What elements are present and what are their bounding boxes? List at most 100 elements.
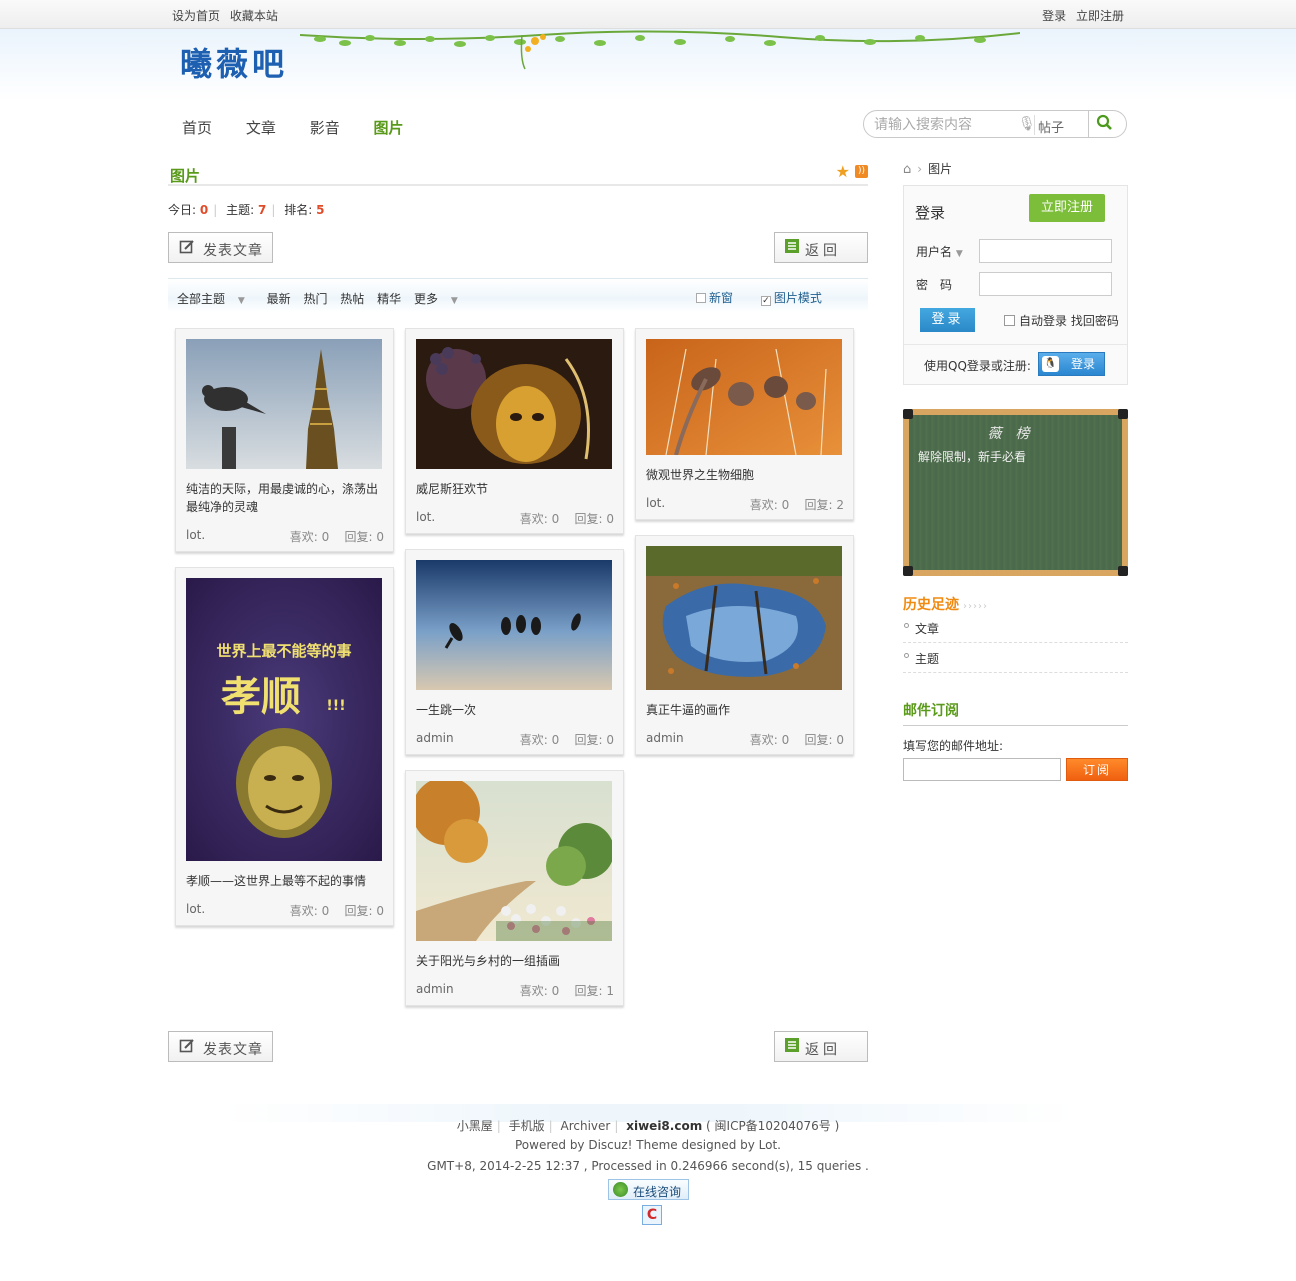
search-input[interactable]: [874, 115, 1014, 135]
card-author[interactable]: lot.: [416, 510, 435, 524]
footer-site-link[interactable]: xiwei8.com: [626, 1119, 702, 1133]
nav-item-media[interactable]: 影音: [310, 117, 340, 138]
top-bar-right: 登录 立即注册: [1036, 7, 1124, 24]
card-title[interactable]: 微观世界之生物细胞: [646, 466, 846, 484]
mail-label: 填写您的邮件地址:: [903, 739, 1004, 753]
page-title: 图片: [170, 167, 201, 185]
image-card[interactable]: 威尼斯狂欢节 lot. 喜欢: 0 回复: 0: [405, 328, 624, 534]
card-thumbnail[interactable]: [416, 339, 612, 469]
breadcrumb-current[interactable]: 图片: [928, 162, 952, 176]
username-field[interactable]: [979, 239, 1112, 263]
edit-icon: [179, 1038, 195, 1058]
card-title[interactable]: 纯洁的天际，用最虔诚的心，涤荡出最纯净的灵魂: [186, 480, 386, 516]
chalkboard: 薇榜 解除限制，新手必看: [909, 415, 1122, 570]
password-field[interactable]: [979, 272, 1112, 296]
filter-hot-posts[interactable]: 热帖: [340, 292, 364, 306]
history-item[interactable]: 主题: [903, 643, 1128, 673]
register-button[interactable]: 立即注册: [1029, 194, 1105, 222]
search-type-select[interactable]: 帖子: [1038, 117, 1064, 136]
history-item[interactable]: 文章: [903, 613, 1128, 643]
card-author[interactable]: lot.: [646, 496, 665, 510]
card-title[interactable]: 关于阳光与乡村的一组插画: [416, 952, 616, 970]
filter-all-topics[interactable]: 全部主题 ▼: [177, 292, 254, 306]
qq-login-text: 使用QQ登录或注册:: [924, 359, 1031, 373]
card-author[interactable]: lot.: [186, 528, 205, 542]
back-button[interactable]: 返回: [774, 1031, 868, 1062]
top-register-link[interactable]: 立即注册: [1076, 9, 1124, 23]
favorite-link[interactable]: 收藏本站: [230, 9, 278, 23]
post-article-button[interactable]: 发表文章: [168, 1031, 273, 1062]
card-title[interactable]: 孝顺——这世界上最等不起的事情: [186, 872, 386, 890]
breadcrumb: ⌂ › 图片: [903, 160, 952, 177]
card-meta: lot. 喜欢: 0 回复: 0: [186, 902, 384, 918]
footer-link-mobile[interactable]: 手机版: [509, 1119, 545, 1133]
footer-link-blacklist[interactable]: 小黑屋: [457, 1119, 493, 1133]
card-author[interactable]: lot.: [186, 902, 205, 916]
card-thumbnail[interactable]: [646, 339, 842, 455]
image-card[interactable]: 一生跳一次 admin 喜欢: 0 回复: 0: [405, 549, 624, 755]
card-meta: lot. 喜欢: 0 回复: 0: [186, 528, 384, 544]
board-item-link[interactable]: 解除限制，新手必看: [918, 448, 1026, 465]
image-mode-toggle[interactable]: ✓ 图片模式: [760, 291, 822, 306]
email-field[interactable]: [903, 758, 1061, 781]
set-home-link[interactable]: 设为首页: [172, 9, 220, 23]
announcement-board: 薇榜 解除限制，新手必看: [903, 409, 1128, 576]
login-panel: 登录 立即注册 用户名 ▼ 密 码 登录 自动登录 找回密码 使用QQ登录或注册…: [903, 185, 1128, 385]
card-title[interactable]: 真正牛逼的画作: [646, 701, 846, 719]
card-meta: lot. 喜欢: 0 回复: 0: [416, 510, 614, 526]
caret-down-icon: ▼: [450, 296, 458, 306]
filter-hot[interactable]: 热门: [303, 292, 327, 306]
filter-digest[interactable]: 精华: [377, 292, 401, 306]
card-stats: 喜欢: 0 回复: 0: [749, 733, 844, 747]
footer-icp[interactable]: ( 闽ICP备10204076号 ): [706, 1119, 839, 1133]
post-article-label: 发表文章: [203, 1042, 263, 1058]
card-thumbnail[interactable]: [646, 546, 842, 690]
find-password-link[interactable]: 找回密码: [1071, 314, 1119, 328]
stats-counter-icon[interactable]: C: [642, 1205, 662, 1225]
auto-login-label[interactable]: 自动登录: [1019, 314, 1067, 328]
post-article-button[interactable]: 发表文章: [168, 232, 273, 263]
list-icon: [785, 239, 799, 257]
subscribe-button[interactable]: 订阅: [1066, 758, 1128, 781]
back-button[interactable]: 返回: [774, 232, 868, 263]
filter-items: 全部主题 ▼ 最新 热门 热帖 精华 更多 ▼: [177, 290, 476, 307]
image-card[interactable]: 关于阳光与乡村的一组插画 admin 喜欢: 0 回复: 1: [405, 770, 624, 1006]
nav-item-home[interactable]: 首页: [182, 117, 212, 138]
card-thumbnail[interactable]: [416, 560, 612, 690]
card-thumbnail[interactable]: [186, 339, 382, 469]
home-icon[interactable]: ⌂: [903, 162, 911, 177]
search-icon[interactable]: [1096, 114, 1113, 135]
image-card[interactable]: 微观世界之生物细胞 lot. 喜欢: 0 回复: 2: [635, 328, 854, 520]
card-thumbnail[interactable]: 世界上最不能等的事 孝顺 !!!: [186, 578, 382, 861]
rank-label: 排名:: [284, 203, 313, 217]
card-author[interactable]: admin: [416, 982, 454, 996]
image-card[interactable]: 世界上最不能等的事 孝顺 !!! 孝顺——这世界上最等不起的事情 lot. 喜欢…: [175, 567, 394, 926]
qq-login-button[interactable]: 🐧 登录: [1038, 352, 1105, 376]
new-window-toggle[interactable]: 新窗: [696, 291, 733, 305]
checkbox[interactable]: [696, 293, 706, 303]
nav-item-pictures[interactable]: 图片: [374, 117, 404, 138]
online-consult-button[interactable]: 在线咨询: [608, 1179, 689, 1200]
image-card[interactable]: 真正牛逼的画作 admin 喜欢: 0 回复: 0: [635, 535, 854, 755]
site-logo[interactable]: 曦薇吧: [180, 39, 288, 85]
footer-link-archiver[interactable]: Archiver: [561, 1119, 611, 1133]
filter-latest[interactable]: 最新: [267, 292, 291, 306]
top-login-link[interactable]: 登录: [1042, 9, 1066, 23]
card-author[interactable]: admin: [646, 731, 684, 745]
filter-more[interactable]: 更多 ▼: [414, 292, 467, 306]
qq-penguin-icon: 🐧: [1042, 356, 1059, 372]
card-thumbnail[interactable]: [416, 781, 612, 941]
rss-icon[interactable]: )): [855, 165, 868, 178]
checkbox-checked[interactable]: ✓: [760, 296, 771, 306]
card-author[interactable]: admin: [416, 731, 454, 745]
card-title[interactable]: 一生跳一次: [416, 701, 616, 719]
post-article-label: 发表文章: [203, 243, 263, 259]
card-title[interactable]: 威尼斯狂欢节: [416, 480, 616, 498]
image-card[interactable]: 纯洁的天际，用最虔诚的心，涤荡出最纯净的灵魂 lot. 喜欢: 0 回复: 0: [175, 328, 394, 552]
nav-item-articles[interactable]: 文章: [246, 117, 276, 138]
username-label[interactable]: 用户名 ▼: [916, 243, 963, 260]
card-stats: 喜欢: 0 回复: 0: [289, 904, 384, 918]
login-submit-button[interactable]: 登录: [920, 308, 975, 332]
favorite-star-icon[interactable]: ★: [836, 162, 850, 181]
auto-login-checkbox[interactable]: [1004, 315, 1015, 326]
